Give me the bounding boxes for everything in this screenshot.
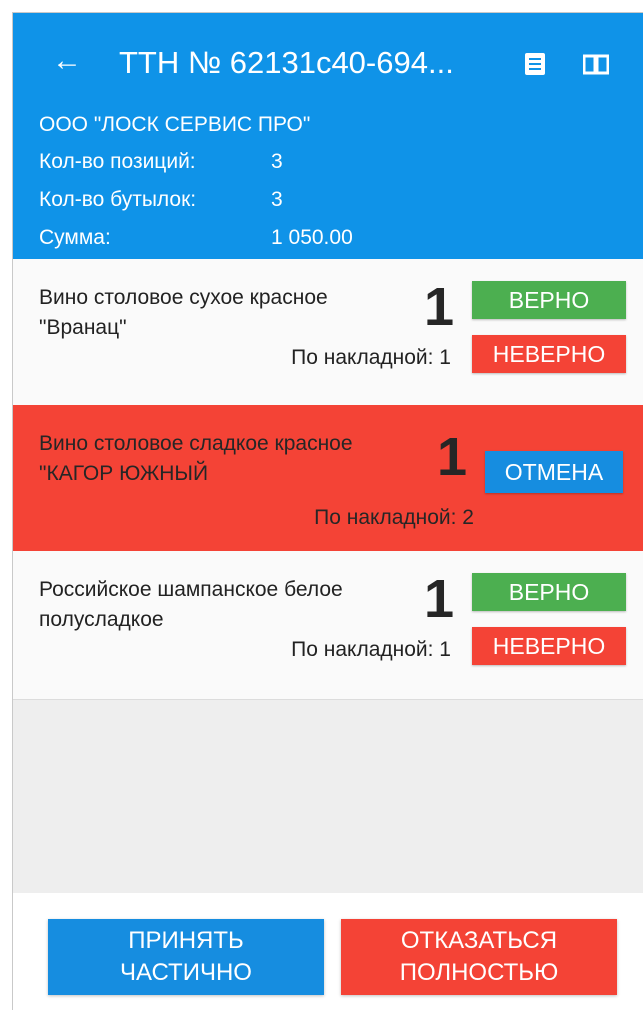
sum-label: Сумма: [39, 226, 111, 249]
item-quantity: 1 [436, 427, 468, 487]
correct-button[interactable]: ВЕРНО [472, 573, 626, 611]
incorrect-button[interactable]: НЕВЕРНО [472, 627, 626, 665]
reject-label-line1: ОТКАЗАТЬСЯ [400, 927, 558, 954]
list-item: Вино столовое сухое красное "Вранац" 1 П… [13, 259, 643, 405]
item-invoice-quantity: По накладной: 1 [291, 346, 451, 369]
company-name: ООО "ЛОСК СЕРВИС ПРО" [39, 113, 311, 136]
arrow-left-icon[interactable]: ← [51, 43, 83, 79]
bottles-value: 3 [271, 188, 283, 211]
app-header: ← ТТН № 62131c40-694... ООО "ЛОСК СЕРВИС… [13, 13, 643, 259]
list-item: Вино столовое сладкое красное "КАГОР ЮЖН… [13, 405, 643, 551]
item-quantity: 1 [423, 277, 455, 337]
accept-partially-button[interactable]: ПРИНЯТЬ ЧАСТИЧНО [48, 919, 324, 995]
bottles-label: Кол-во бутылок: [39, 188, 197, 211]
item-invoice-quantity: По накладной: 1 [291, 638, 451, 661]
bottom-action-bar: ПРИНЯТЬ ЧАСТИЧНО ОТКАЗАТЬСЯ ПОЛНОСТЬЮ [13, 893, 643, 1010]
item-name: Вино столовое сухое красное "Вранац" [39, 286, 328, 339]
accept-label-line2: ЧАСТИЧНО [120, 959, 252, 986]
page-title: ТТН № 62131c40-694... [119, 45, 454, 80]
item-name: Вино столовое сладкое красное "КАГОР ЮЖН… [39, 432, 353, 485]
document-icon[interactable] [525, 53, 545, 75]
item-invoice-quantity: По накладной: 2 [314, 506, 474, 529]
correct-button[interactable]: ВЕРНО [472, 281, 626, 319]
item-name: Российское шампанское белое полусладкое [39, 578, 343, 631]
incorrect-button[interactable]: НЕВЕРНО [472, 335, 626, 373]
positions-label: Кол-во позиций: [39, 150, 196, 173]
sum-row: Сумма: 1 050.00 [39, 225, 439, 251]
cancel-button[interactable]: ОТМЕНА [485, 451, 623, 493]
accept-label-line1: ПРИНЯТЬ [128, 927, 244, 954]
book-icon[interactable] [583, 53, 609, 75]
item-quantity: 1 [423, 569, 455, 629]
app-screen: ← ТТН № 62131c40-694... ООО "ЛОСК СЕРВИС… [12, 12, 643, 1010]
positions-row: Кол-во позиций: 3 [39, 149, 439, 175]
sum-value: 1 050.00 [271, 226, 353, 249]
positions-value: 3 [271, 150, 283, 173]
list-item: Российское шампанское белое полусладкое … [13, 551, 643, 699]
reject-fully-button[interactable]: ОТКАЗАТЬСЯ ПОЛНОСТЬЮ [341, 919, 617, 995]
reject-label-line2: ПОЛНОСТЬЮ [399, 959, 559, 986]
bottles-row: Кол-во бутылок: 3 [39, 187, 439, 213]
divider [13, 699, 643, 700]
